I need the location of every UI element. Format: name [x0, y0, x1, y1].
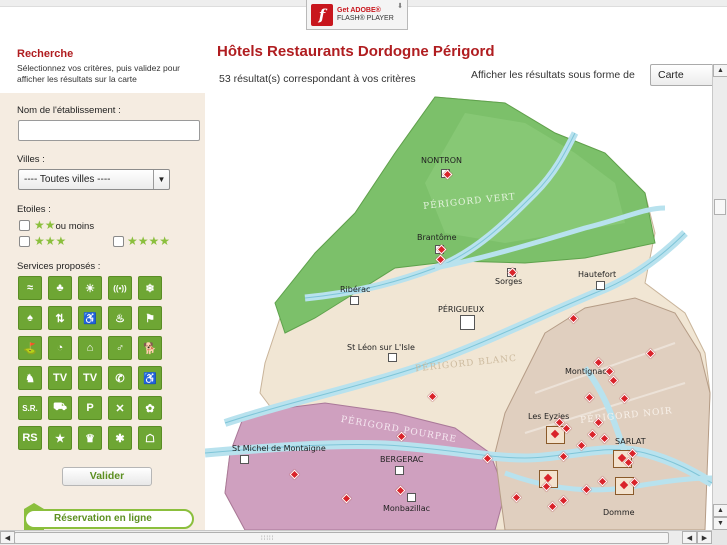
dog-walk-icon[interactable]: 🐕 — [138, 336, 162, 360]
tv-lounge-icon[interactable]: TV — [78, 366, 102, 390]
cities-select[interactable]: ---- Toutes villes ---- ▼ — [18, 169, 170, 190]
online-booking-button[interactable]: Réservation en ligne — [24, 509, 194, 529]
town-st-leon-sur-lisle: St Léon sur L'Isle — [347, 343, 415, 352]
flash-badge-line1: Get ADOBE® — [337, 6, 381, 14]
town-domme: Domme — [603, 508, 635, 517]
town-sorges: Sorges — [495, 277, 523, 286]
town-hautefort: Hautefort — [578, 270, 617, 279]
town-monbazillac: Monbazillac — [383, 504, 431, 513]
car-icon[interactable]: ⛟ — [48, 396, 72, 420]
tennis-icon[interactable]: ◔ — [48, 336, 72, 360]
town-riberac: Ribérac — [340, 285, 371, 294]
name-label: Nom de l'établissement : — [17, 105, 121, 116]
bike-icon[interactable]: ✱ — [108, 426, 132, 450]
stars-2-suffix: ou moins — [55, 221, 95, 232]
home-icon[interactable]: ⌂ — [78, 336, 102, 360]
seminar-room-icon[interactable]: S.R. — [18, 396, 42, 420]
search-sidebar: Recherche Sélectionnez vos critères, pui… — [0, 33, 205, 533]
scroll-left-button-2[interactable]: ◀ — [682, 531, 697, 544]
display-mode-label: Afficher les résultats sous forme de — [471, 69, 635, 81]
scroll-up-button-2[interactable]: ▲ — [713, 504, 727, 517]
town-sarlat: SARLAT — [615, 437, 646, 446]
pets-icon[interactable]: ♞ — [18, 366, 42, 390]
cities-select-value: ---- Toutes villes ---- — [24, 174, 111, 185]
stars-4-icons: ★★★★ — [127, 234, 171, 248]
tv-icon[interactable]: TV — [48, 366, 72, 390]
establishment-name-input[interactable] — [18, 120, 200, 141]
phone-icon[interactable]: ✆ — [108, 366, 132, 390]
horizontal-scroll-thumb[interactable]: ⁞⁞⁞⁞⁞ — [14, 532, 669, 544]
no-smoking-icon[interactable]: ✕ — [108, 396, 132, 420]
town-marker[interactable] — [388, 353, 397, 362]
golf-icon[interactable]: ♂ — [108, 336, 132, 360]
town-brantome: Brantôme — [417, 233, 457, 242]
parking-icon[interactable]: P — [78, 396, 102, 420]
playground-icon[interactable]: ♠ — [18, 306, 42, 330]
town-montignac: Montignac — [565, 367, 607, 376]
sauna-icon[interactable]: ♨ — [108, 306, 132, 330]
search-description: Sélectionnez vos critères, puis validez … — [17, 63, 180, 84]
display-mode-select[interactable]: Carte — [650, 64, 720, 86]
chateau-icon[interactable]: ♛ — [78, 426, 102, 450]
cities-label: Villes : — [17, 154, 45, 165]
logis-icon[interactable]: RS — [18, 426, 42, 450]
services-grid: ≈ ♣ ☀ ((•)) ❄ ♠ ⇅ ♿ ♨ ⚑ ⛳ ◔ ⌂ ♂ 🐕 ♞ TV TV ✆ ♿ S.R. ⛟ P ✕ ✿ RS ★ ♛ ✱ ☖ — [18, 276, 162, 450]
air-conditioning-icon[interactable]: ❄ — [138, 276, 162, 300]
town-marker[interactable] — [395, 466, 404, 475]
result-count: 53 résultat(s) correspondant à vos critè… — [219, 73, 416, 85]
garden-icon[interactable]: ♣ — [48, 276, 72, 300]
stars-3-option: ★★★ — [34, 235, 66, 247]
minigolf-icon[interactable]: ⛳ — [18, 336, 42, 360]
horizontal-scrollbar[interactable]: ◀ ⁞⁞⁞⁞⁞ ◀ ▶ — [0, 530, 712, 545]
fitness-icon[interactable]: ⚑ — [138, 306, 162, 330]
town-perigueux: PÉRIGUEUX — [438, 305, 485, 314]
scroll-corner — [712, 530, 727, 545]
town-marker[interactable] — [350, 296, 359, 305]
logis-label-icon[interactable]: ★ — [48, 426, 72, 450]
vertical-scroll-thumb[interactable] — [714, 199, 726, 215]
stars-3-icons: ★★★ — [34, 234, 67, 248]
get-flash-player-badge[interactable]: f Get ADOBE® FLASH® PLAYER ⬇ — [306, 0, 408, 30]
town-les-eyzies: Les Eyzies — [528, 412, 570, 421]
flash-logo-icon: f — [311, 3, 333, 26]
submit-button[interactable]: Valider — [62, 467, 152, 486]
town-nontron: NONTRON — [421, 156, 462, 165]
flash-badge-line2: FLASH® PLAYER — [337, 14, 394, 22]
stars-2-option: ★★ou moins — [34, 219, 94, 233]
stars-2-checkbox[interactable] — [19, 220, 30, 231]
scroll-down-button[interactable]: ▼ — [713, 517, 727, 530]
stars-4-option: ★★★★ — [127, 235, 170, 247]
accessibility-icon[interactable]: ♿ — [138, 366, 162, 390]
gite-icon[interactable]: ☖ — [138, 426, 162, 450]
town-marker[interactable] — [240, 455, 249, 464]
search-header: Recherche Sélectionnez vos critères, pui… — [0, 33, 205, 93]
town-bergerac: BERGERAC — [380, 455, 424, 464]
stars-label: Etoiles : — [17, 204, 51, 215]
town-st-michel-de-montaigne: St Michel de Montaigne — [232, 444, 326, 453]
elevator-icon[interactable]: ⇅ — [48, 306, 72, 330]
page-title: Hôtels Restaurants Dordogne Périgord — [217, 43, 495, 60]
search-title: Recherche — [17, 48, 74, 60]
scroll-up-button[interactable]: ▲ — [713, 64, 727, 77]
chevron-down-icon[interactable]: ▼ — [153, 170, 169, 189]
scroll-right-button[interactable]: ▶ — [697, 531, 712, 544]
download-arrow-icon: ⬇ — [397, 3, 403, 10]
town-marker[interactable] — [460, 315, 475, 330]
page: f Get ADOBE® FLASH® PLAYER ⬇ Recherche S… — [0, 0, 727, 545]
town-marker[interactable] — [407, 493, 416, 502]
sun-terrace-icon[interactable]: ☀ — [78, 276, 102, 300]
stars-2-icons: ★★ — [34, 218, 56, 232]
stars-3-checkbox[interactable] — [19, 236, 30, 247]
town-marker[interactable] — [596, 281, 605, 290]
pool-icon[interactable]: ≈ — [18, 276, 42, 300]
restaurant-icon[interactable]: ✿ — [138, 396, 162, 420]
stars-4-checkbox[interactable] — [113, 236, 124, 247]
dordogne-map[interactable]: PÉRIGORD VERT PÉRIGORD BLANC PÉRIGORD PO… — [205, 93, 712, 530]
vertical-scrollbar[interactable]: ▲ ▲ ▼ — [712, 64, 727, 530]
wifi-icon[interactable]: ((•)) — [108, 276, 132, 300]
disabled-access-icon[interactable]: ♿ — [78, 306, 102, 330]
services-label: Services proposés : — [17, 261, 101, 272]
scroll-left-button[interactable]: ◀ — [0, 531, 15, 544]
